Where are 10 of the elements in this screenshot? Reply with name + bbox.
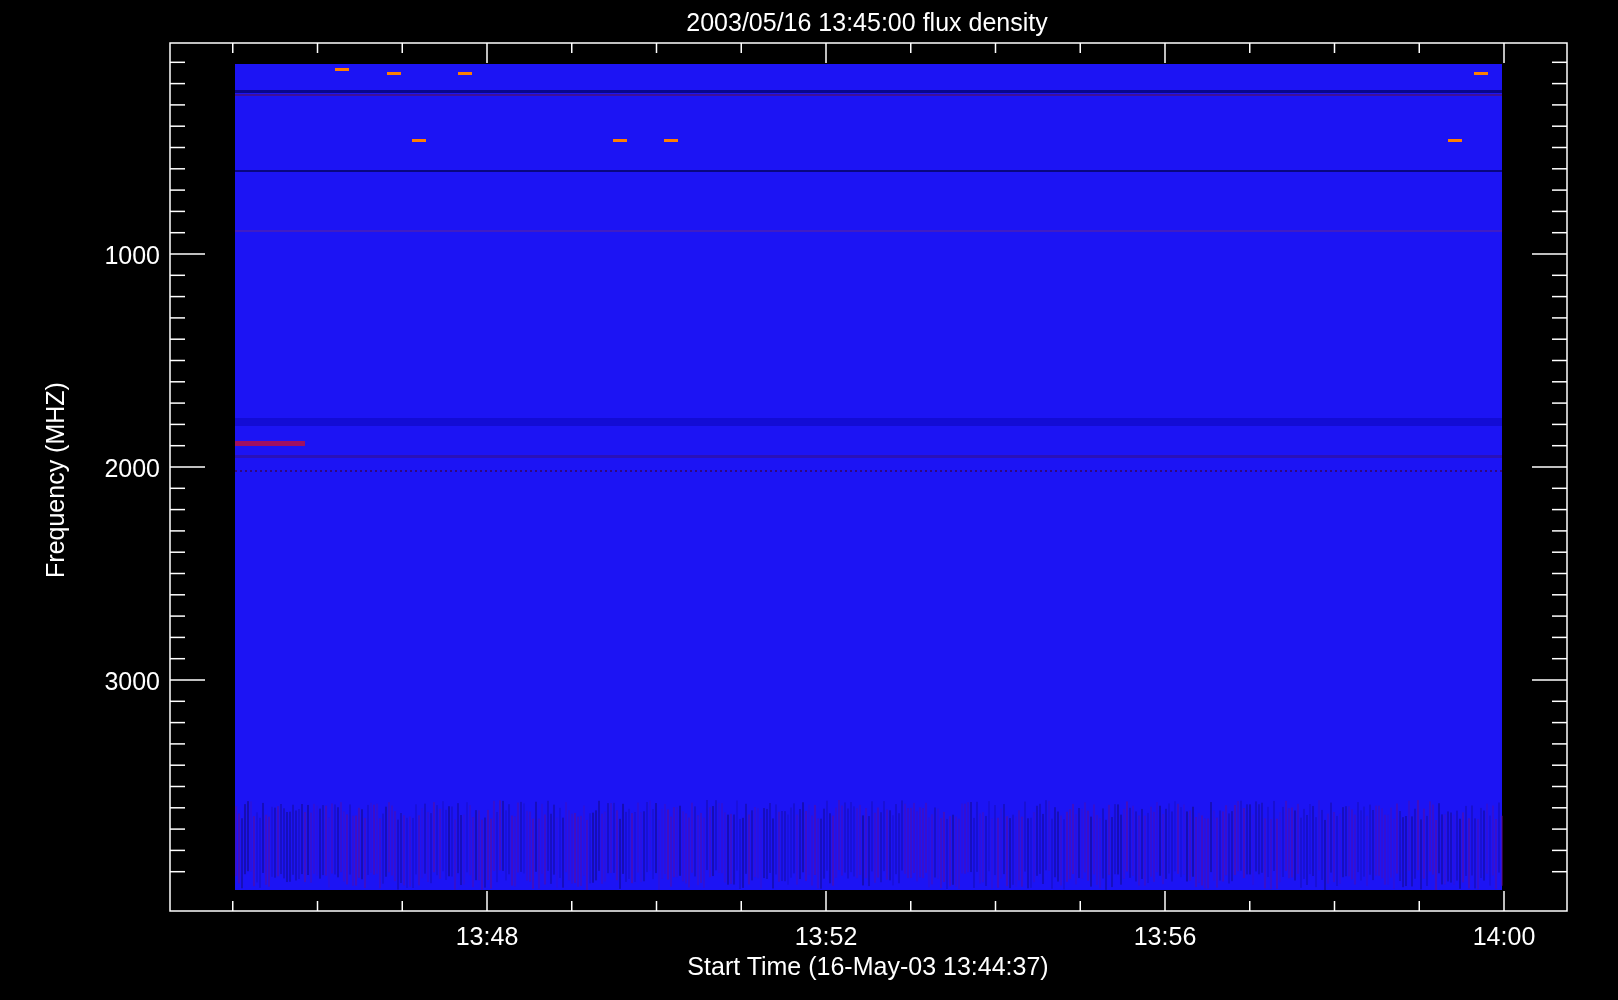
x-axis-label: Start Time (16-May-03 13:44:37) <box>687 952 1049 980</box>
x-tick-label: 13:56 <box>1133 922 1197 950</box>
x-tick-label: 13:52 <box>794 922 858 950</box>
y-tick-label: 2000 <box>104 454 160 482</box>
x-tick-label: 14:00 <box>1472 922 1536 950</box>
y-tick-label: 1000 <box>104 241 160 269</box>
y-tick-label: 3000 <box>104 667 160 695</box>
y-axis-label: Frequency (MHZ) <box>41 382 69 578</box>
x-tick-label: 13:48 <box>455 922 519 950</box>
chart-title: 2003/05/16 13:45:00 flux density <box>686 8 1048 36</box>
